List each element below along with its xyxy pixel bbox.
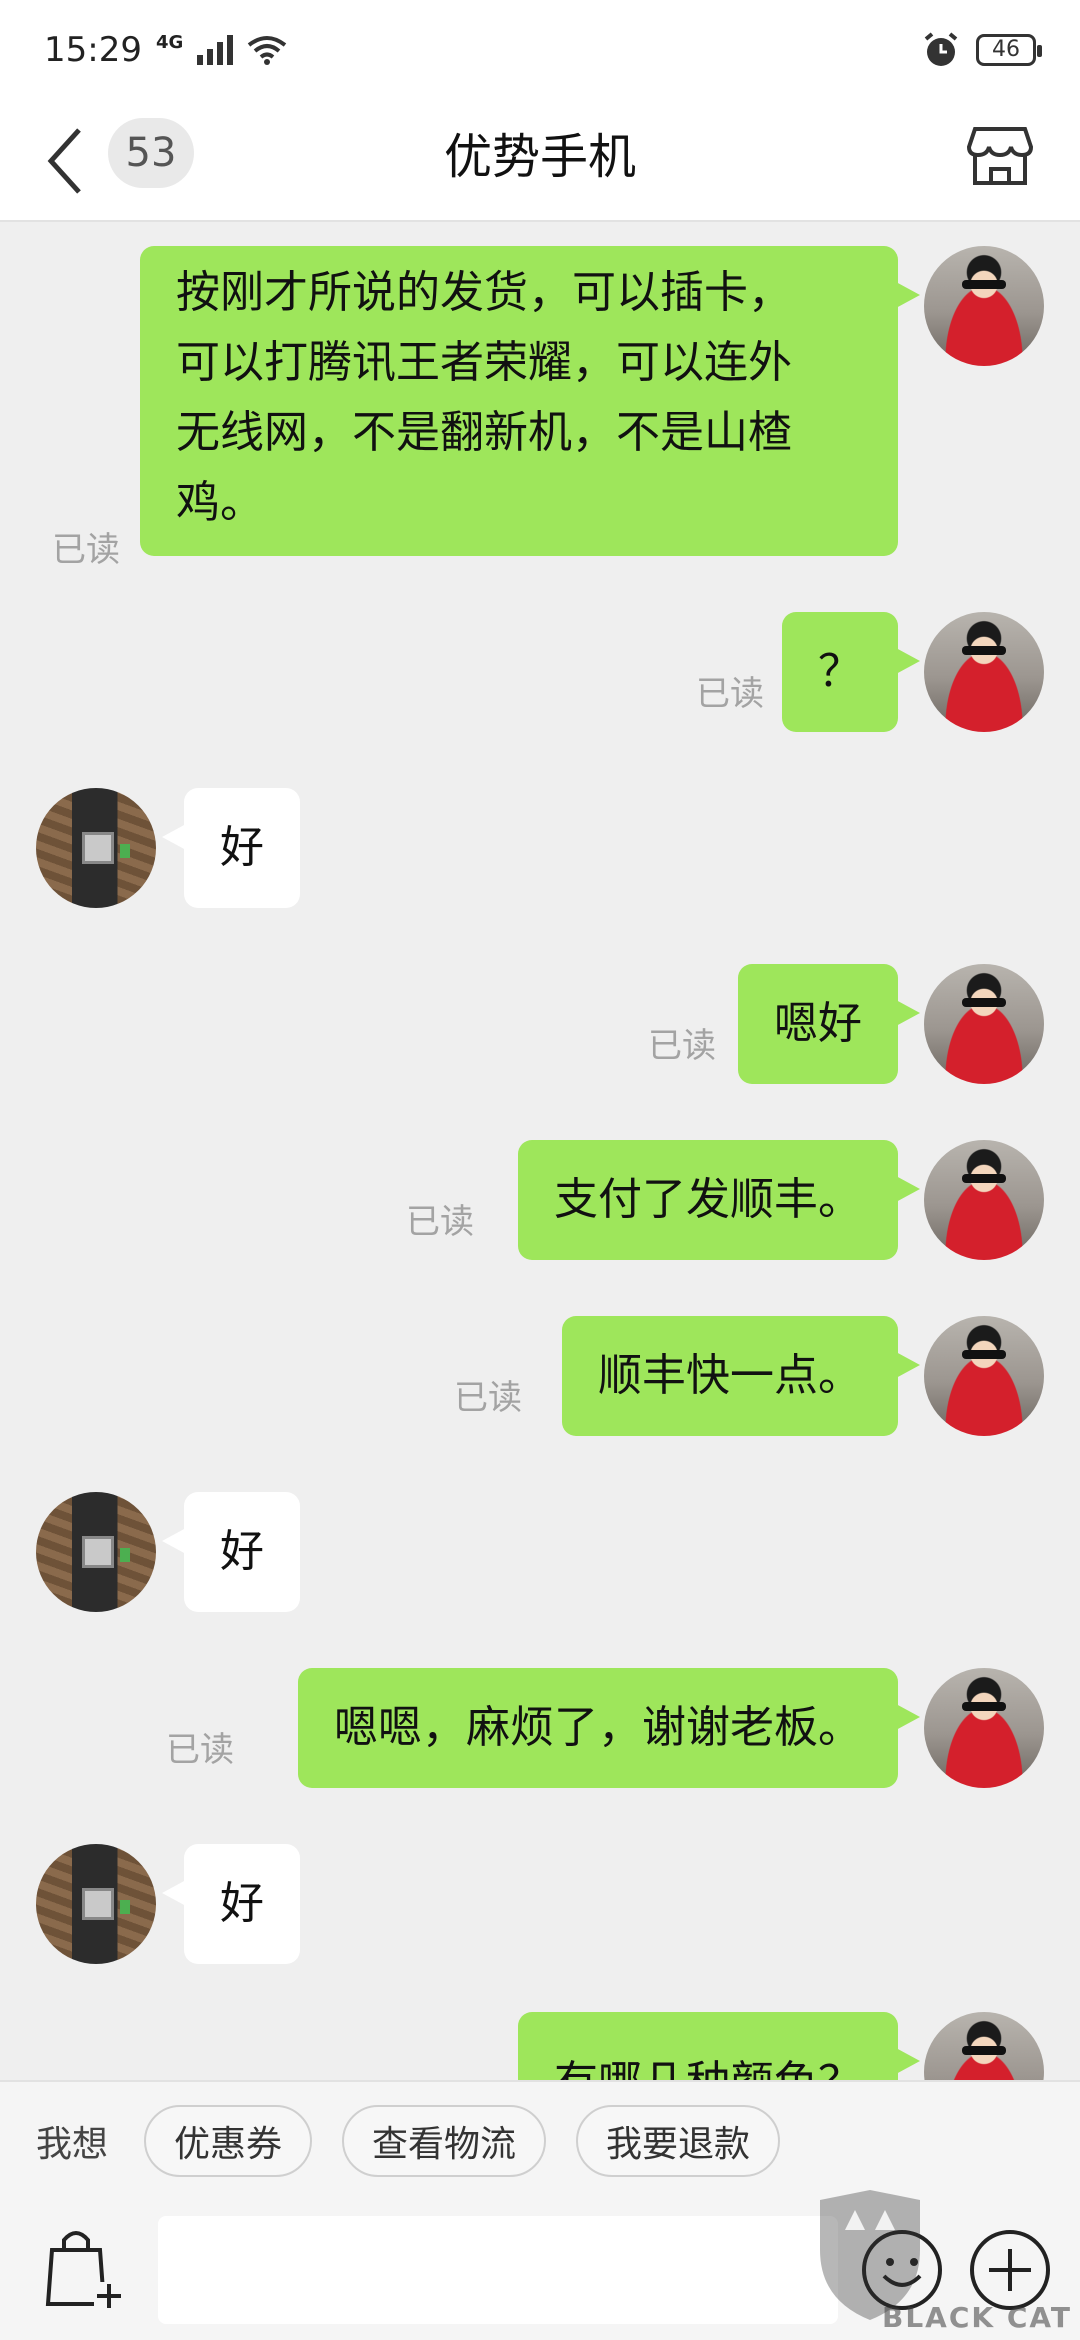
message-text: 顺丰快一点。 (598, 1350, 862, 1401)
status-time: 15:29 (44, 30, 142, 70)
read-receipt: 已读 (52, 530, 120, 570)
chat-header: 53 优势手机 (0, 100, 1080, 222)
message-text: 好 (220, 1526, 264, 1577)
plus-icon (989, 2249, 1031, 2291)
store-icon (967, 127, 1033, 185)
message-text: 好 (220, 1878, 264, 1929)
emoji-button[interactable] (862, 2230, 942, 2310)
read-receipt: 已读 (166, 1730, 234, 1770)
my-avatar[interactable] (924, 964, 1044, 1084)
message-row: 已读 嗯好 (0, 964, 1080, 1084)
shop-avatar[interactable] (36, 788, 156, 908)
my-avatar[interactable] (924, 612, 1044, 732)
message-bubble[interactable]: 嗯嗯，麻烦了，谢谢老板。 (298, 1668, 920, 1788)
chat-title: 优势手机 (443, 129, 636, 185)
message-text: 嗯好 (774, 998, 862, 1049)
back-button[interactable] (40, 122, 90, 200)
message-input[interactable] (158, 2216, 838, 2324)
message-text: ？ (818, 646, 862, 697)
message-row: 好 (0, 788, 1080, 908)
message-bubble[interactable]: 按刚才所说的发货，可以插卡， 可以打腾讯王者荣耀，可以连外 无线网，不是翻新机，… (140, 246, 920, 556)
smiley-icon (882, 2258, 922, 2287)
message-bubble[interactable]: ？ (782, 612, 920, 732)
message-bubble[interactable]: 支付了发顺丰。 (518, 1140, 920, 1260)
more-button[interactable] (970, 2230, 1050, 2310)
my-avatar[interactable] (924, 1668, 1044, 1788)
my-avatar[interactable] (924, 246, 1044, 366)
message-row: 有哪几种颜色？ (0, 2012, 1080, 2080)
chevron-left-icon (47, 128, 81, 194)
unread-count-badge[interactable]: 53 (108, 118, 194, 188)
message-row: 已读 支付了发顺丰。 (0, 1140, 1080, 1260)
quick-actions-bar: 我想 优惠券 查看物流 我要退款 (0, 2080, 1080, 2200)
shop-avatar[interactable] (36, 1492, 156, 1612)
quick-actions-label: 我想 (36, 2124, 109, 2165)
message-list[interactable]: 已读 按刚才所说的发货，可以插卡， 可以打腾讯王者荣耀，可以连外 无线网，不是翻… (0, 222, 1080, 2080)
message-bubble[interactable]: 嗯好 (738, 964, 920, 1084)
wifi-icon (248, 36, 287, 65)
read-receipt: 已读 (696, 674, 764, 714)
message-row: 好 (0, 1844, 1080, 1964)
message-bubble[interactable]: 好 (162, 788, 300, 908)
my-avatar[interactable] (924, 2012, 1044, 2080)
shopping-bag-button[interactable] (44, 2226, 124, 2310)
message-bubble[interactable]: 有哪几种颜色？ (518, 2012, 920, 2080)
signal-icon (197, 35, 234, 65)
message-text: 按刚才所说的发货，可以插卡， 可以打腾讯王者荣耀，可以连外 无线网，不是翻新机，… (176, 267, 792, 528)
read-receipt: 已读 (406, 1202, 474, 1242)
message-row: 好 (0, 1492, 1080, 1612)
network-type: 4G (155, 31, 184, 53)
message-row: 已读 按刚才所说的发货，可以插卡， 可以打腾讯王者荣耀，可以连外 无线网，不是翻… (0, 246, 1080, 570)
refund-chip[interactable]: 我要退款 (576, 2105, 781, 2177)
store-button[interactable] (960, 116, 1040, 196)
shop-avatar[interactable] (36, 1844, 156, 1964)
shopping-bag-plus-icon (45, 2231, 124, 2310)
alarm-icon (924, 32, 958, 66)
track-logistics-chip[interactable]: 查看物流 (342, 2105, 547, 2177)
coupon-chip[interactable]: 优惠券 (144, 2105, 313, 2177)
read-receipt: 已读 (648, 1026, 716, 1066)
message-row: 已读 顺丰快一点。 (0, 1316, 1080, 1436)
battery-indicator: 46 (976, 34, 1042, 66)
status-bar: 15:29 4G 46 (0, 0, 1080, 100)
message-text: 好 (220, 822, 264, 873)
status-right: 46 (922, 31, 1042, 69)
message-text: 有哪几种颜色？ (554, 2048, 862, 2080)
message-bubble[interactable]: 好 (162, 1492, 300, 1612)
message-text: 嗯嗯，麻烦了，谢谢老板。 (334, 1702, 862, 1753)
input-bar (0, 2200, 1080, 2340)
message-row: 已读 嗯嗯，麻烦了，谢谢老板。 (0, 1668, 1080, 1788)
message-bubble[interactable]: 好 (162, 1844, 300, 1964)
message-bubble[interactable]: 顺丰快一点。 (562, 1316, 920, 1436)
message-row: 已读 ？ (0, 612, 1080, 732)
status-left: 15:29 4G (44, 30, 287, 70)
message-text: 支付了发顺丰。 (554, 1174, 862, 1225)
read-receipt: 已读 (454, 1378, 522, 1418)
my-avatar[interactable] (924, 1316, 1044, 1436)
my-avatar[interactable] (924, 1140, 1044, 1260)
